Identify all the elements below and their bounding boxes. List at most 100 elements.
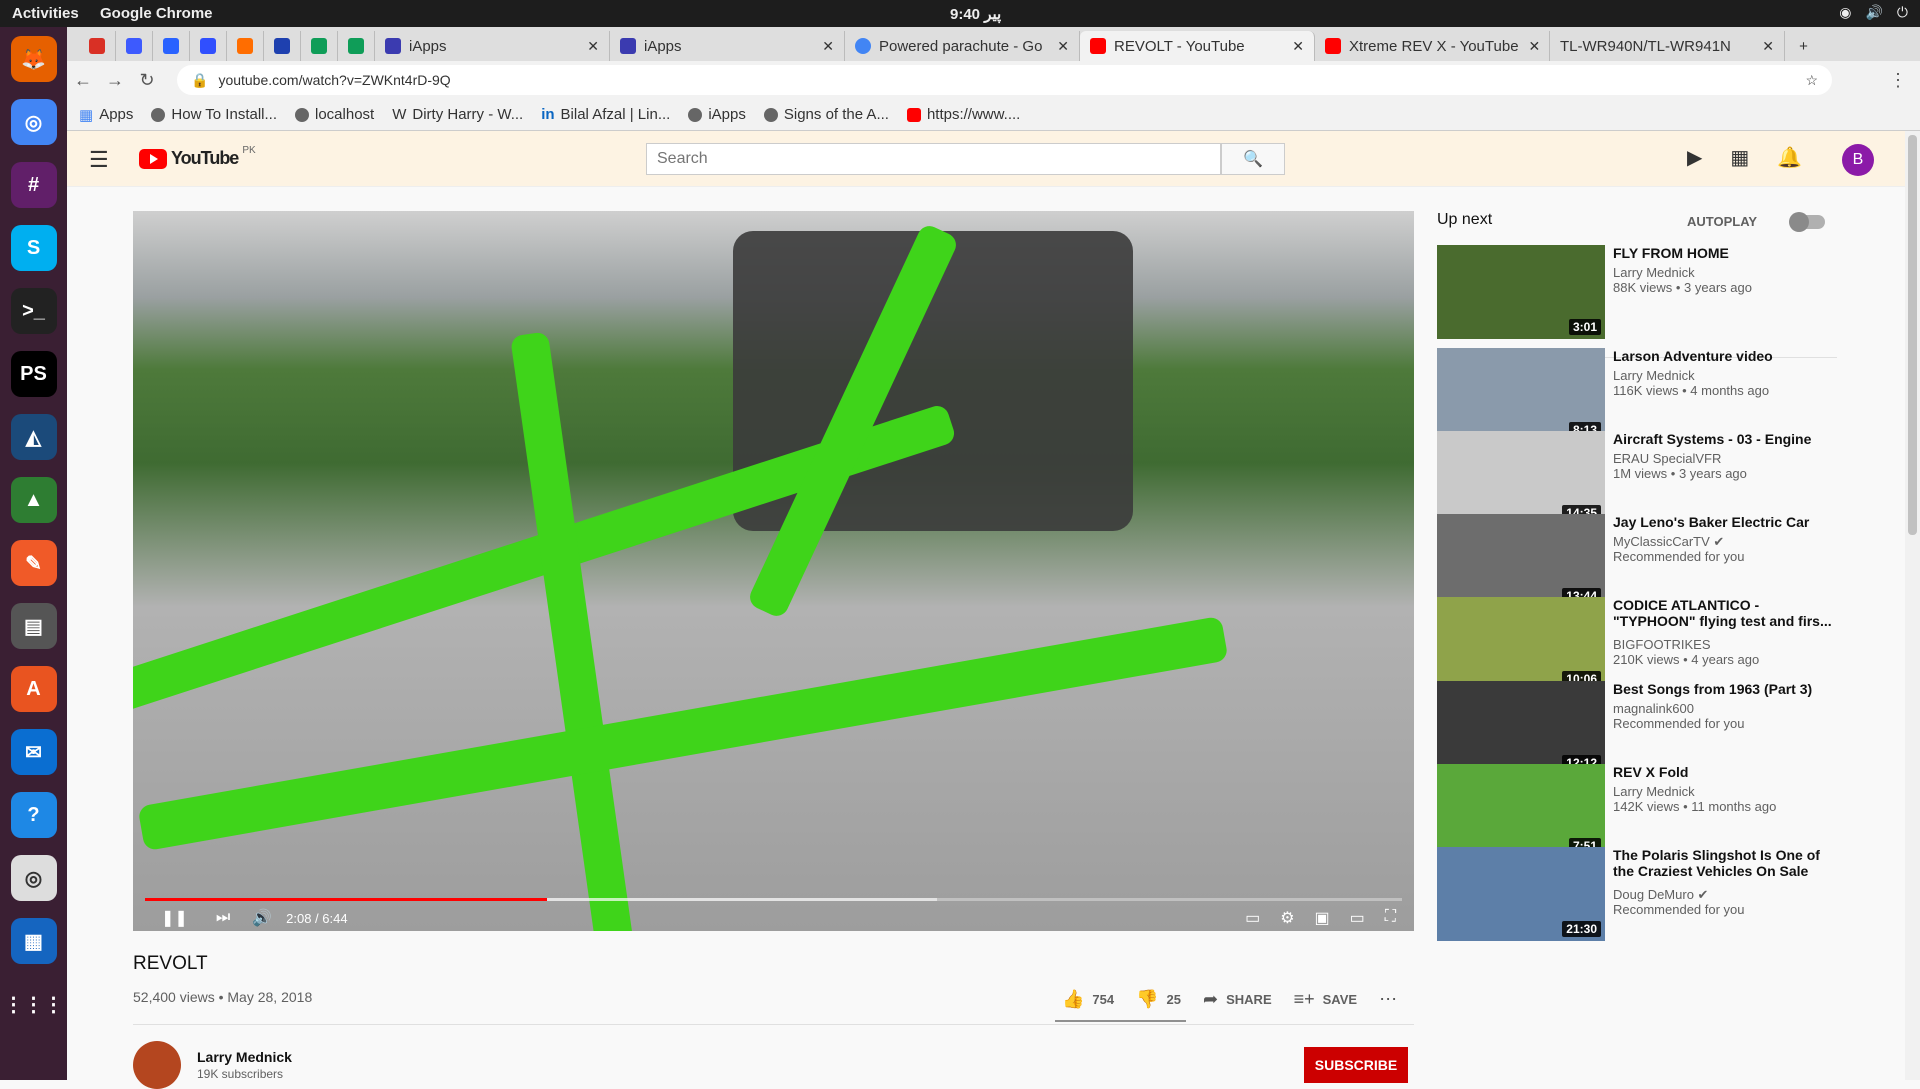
video-thumbnail[interactable]: 3:01 bbox=[1437, 245, 1605, 339]
clock[interactable]: 9:40 پیر bbox=[950, 5, 1001, 23]
power-icon[interactable]: ⏻ bbox=[1897, 4, 1908, 21]
channel-name[interactable]: Doug DeMuro ✔ bbox=[1613, 887, 1708, 903]
account-avatar[interactable]: B bbox=[1842, 144, 1874, 176]
save-button[interactable]: ≡+ SAVE bbox=[1294, 989, 1357, 1010]
channel-name[interactable]: magnalink600 bbox=[1613, 701, 1694, 716]
close-icon[interactable]: ✕ bbox=[1047, 38, 1069, 55]
system-tray[interactable]: ◉ 🔊 ⏻ bbox=[1839, 4, 1908, 21]
volume-icon[interactable]: 🔊 bbox=[1865, 4, 1882, 21]
close-icon[interactable]: ✕ bbox=[1752, 38, 1774, 55]
video-title[interactable]: Best Songs from 1963 (Part 3) bbox=[1613, 681, 1833, 697]
fullscreen-icon[interactable]: ⛶ bbox=[1385, 908, 1396, 928]
recommended-video[interactable]: 10:06 CODICE ATLANTICO - "TYPHOON" flying… bbox=[1437, 597, 1837, 693]
tab-google[interactable]: Powered parachute - Go ✕ bbox=[845, 31, 1080, 61]
postman-icon[interactable]: ✎ bbox=[10, 540, 57, 586]
channel-avatar[interactable] bbox=[133, 1041, 181, 1089]
video-title[interactable]: CODICE ATLANTICO - "TYPHOON" flying test… bbox=[1613, 597, 1833, 629]
app-menu[interactable]: Google Chrome bbox=[100, 5, 213, 22]
apps-grid-icon[interactable]: ▦ bbox=[1730, 145, 1749, 170]
more-actions-icon[interactable]: ⋯ bbox=[1379, 989, 1397, 1010]
tab-pinned[interactable] bbox=[227, 31, 264, 61]
youtube-logo[interactable]: YouTube PK bbox=[139, 145, 256, 169]
create-video-icon[interactable]: ▶ bbox=[1687, 145, 1702, 170]
skype-icon[interactable]: S bbox=[10, 225, 57, 271]
tab-tplink[interactable]: TL-WR940N/TL-WR941N ✕ bbox=[1550, 31, 1785, 61]
channel-name[interactable]: Larry Mednick bbox=[1613, 368, 1695, 383]
volume-icon[interactable]: 🔊 bbox=[252, 908, 272, 928]
tab-pinned[interactable] bbox=[338, 31, 375, 61]
tab-pinned[interactable] bbox=[190, 31, 227, 61]
theater-mode-icon[interactable]: ▭ bbox=[1350, 908, 1365, 928]
recommended-video[interactable]: 8:13 Larson Adventure video Larry Mednick 1… bbox=[1437, 348, 1837, 444]
new-tab-button[interactable]: + bbox=[1785, 31, 1822, 61]
bookmark-item[interactable]: Signs of the A... bbox=[763, 106, 889, 123]
chrome-icon[interactable]: ◎ bbox=[10, 99, 57, 145]
recommended-video[interactable]: 13:44 Jay Leno's Baker Electric Car MyClas… bbox=[1437, 514, 1837, 610]
video-thumbnail[interactable]: 7:51 bbox=[1437, 764, 1605, 858]
bookmark-item[interactable]: W Dirty Harry - W... bbox=[392, 106, 523, 123]
address-bar[interactable]: 🔒 youtube.com/watch?v=ZWKnt4rD-9Q ☆ bbox=[177, 65, 1832, 95]
reload-button[interactable]: ↻ bbox=[131, 70, 163, 91]
tab-revolt-youtube[interactable]: REVOLT - YouTube ✕ bbox=[1080, 31, 1315, 61]
hamburger-menu-icon[interactable]: ☰ bbox=[89, 147, 109, 173]
tab-pinned[interactable] bbox=[116, 31, 153, 61]
terminal-icon[interactable]: >_ bbox=[10, 288, 57, 334]
back-button[interactable]: ← bbox=[67, 70, 99, 91]
bookmark-item[interactable]: in Bilal Afzal | Lin... bbox=[541, 106, 670, 123]
channel-name[interactable]: Larry Mednick bbox=[1613, 784, 1695, 799]
video-title[interactable]: Larson Adventure video bbox=[1613, 348, 1833, 364]
close-icon[interactable]: ✕ bbox=[1282, 38, 1304, 55]
bookmark-item[interactable]: iApps bbox=[688, 106, 746, 123]
captions-icon[interactable]: ▭ bbox=[1245, 908, 1260, 928]
settings-gear-icon[interactable]: ⚙ bbox=[1280, 908, 1294, 928]
thunderbird-icon[interactable]: ✉ bbox=[10, 729, 57, 775]
recommended-video[interactable]: 7:51 REV X Fold Larry Mednick 142K views • … bbox=[1437, 764, 1837, 860]
video-thumbnail[interactable]: 12:12 bbox=[1437, 681, 1605, 775]
recommended-video[interactable]: 12:12 Best Songs from 1963 (Part 3) magnal… bbox=[1437, 681, 1837, 777]
recommended-video[interactable]: 21:30 The Polaris Slingshot Is One of the… bbox=[1437, 847, 1837, 943]
network-icon[interactable]: ◉ bbox=[1839, 4, 1851, 21]
subscribe-button[interactable]: SUBSCRIBE bbox=[1304, 1047, 1408, 1083]
writer-icon[interactable]: ▦ bbox=[10, 918, 57, 964]
channel-name[interactable]: Larry Mednick bbox=[1613, 265, 1695, 280]
video-title[interactable]: Jay Leno's Baker Electric Car bbox=[1613, 514, 1833, 530]
close-icon[interactable]: ✕ bbox=[812, 38, 834, 55]
video-thumbnail[interactable]: 21:30 bbox=[1437, 847, 1605, 941]
tab-iapps-1[interactable]: iApps ✕ bbox=[375, 31, 610, 61]
close-icon[interactable]: ✕ bbox=[577, 38, 599, 55]
activities-button[interactable]: Activities bbox=[12, 5, 79, 22]
channel-name[interactable]: MyClassicCarTV ✔ bbox=[1613, 534, 1724, 550]
video-title[interactable]: The Polaris Slingshot Is One of the Craz… bbox=[1613, 847, 1833, 879]
tab-pinned[interactable] bbox=[153, 31, 190, 61]
tab-pinned[interactable] bbox=[264, 31, 301, 61]
dislike-button[interactable]: 👎 25 bbox=[1136, 989, 1181, 1010]
tab-xtreme-youtube[interactable]: Xtreme REV X - YouTube ✕ bbox=[1315, 31, 1550, 61]
help-icon[interactable]: ? bbox=[10, 792, 57, 838]
recommended-video[interactable]: 14:35 Aircraft Systems - 03 - Engine ERAU … bbox=[1437, 431, 1837, 527]
files-icon[interactable]: ▤ bbox=[10, 603, 57, 649]
video-thumbnail[interactable]: 13:44 bbox=[1437, 514, 1605, 608]
video-thumbnail[interactable]: 14:35 bbox=[1437, 431, 1605, 525]
software-icon[interactable]: A bbox=[10, 666, 57, 712]
tab-iapps-2[interactable]: iApps ✕ bbox=[610, 31, 845, 61]
firefox-icon[interactable]: 🦊 bbox=[10, 36, 57, 82]
search-input[interactable] bbox=[646, 143, 1221, 175]
share-button[interactable]: ➦ SHARE bbox=[1203, 989, 1272, 1010]
bookmark-item[interactable]: How To Install... bbox=[151, 106, 277, 123]
video-title[interactable]: FLY FROM HOME bbox=[1613, 245, 1833, 261]
video-thumbnail[interactable]: 8:13 bbox=[1437, 348, 1605, 442]
next-icon[interactable]: ⏭ bbox=[216, 909, 230, 927]
channel-name[interactable]: ERAU SpecialVFR bbox=[1613, 451, 1721, 466]
phpstorm-icon[interactable]: PS bbox=[10, 351, 57, 397]
page-scrollbar[interactable] bbox=[1905, 131, 1920, 1080]
slack-icon[interactable]: # bbox=[10, 162, 57, 208]
video-player[interactable]: ❚❚ ⏭ 🔊 2:08 / 6:44 ▭ ⚙ ▣ ▭ ⛶ bbox=[133, 211, 1414, 931]
tab-pinned[interactable] bbox=[79, 31, 116, 61]
chrome-menu-icon[interactable]: ⋮ bbox=[1882, 70, 1914, 91]
notifications-bell-icon[interactable]: 🔔 bbox=[1777, 145, 1802, 170]
speaker-icon[interactable]: ◎ bbox=[10, 855, 57, 901]
pause-icon[interactable]: ❚❚ bbox=[161, 908, 188, 928]
progress-bar[interactable] bbox=[145, 898, 1402, 901]
search-button[interactable]: 🔍 bbox=[1221, 143, 1285, 175]
bookmark-item[interactable]: https://www.... bbox=[906, 106, 1020, 123]
